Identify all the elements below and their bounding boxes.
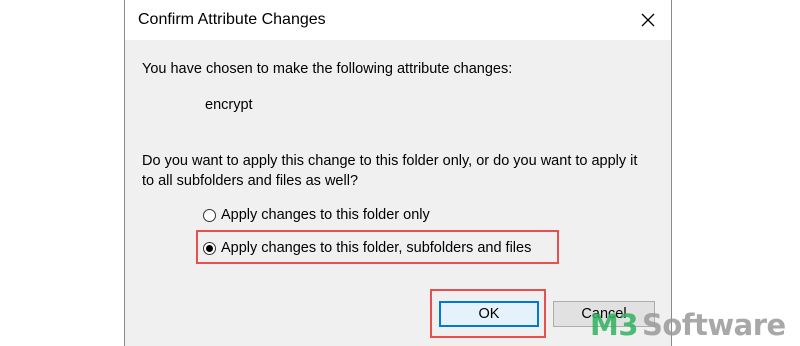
watermark-product: Software [642, 308, 786, 342]
close-button[interactable] [625, 0, 671, 40]
attribute-change: encrypt [205, 97, 253, 113]
question-text: Do you want to apply this change to this… [142, 153, 638, 189]
confirm-attribute-changes-dialog: Confirm Attribute Changes You have chose… [124, 0, 672, 346]
radio-option-folder-only[interactable]: Apply changes to this folder only [203, 207, 430, 223]
intro-text: You have chosen to make the following at… [142, 61, 513, 77]
watermark-brand: M3 [590, 308, 639, 342]
dialog-title: Confirm Attribute Changes [138, 11, 326, 28]
ok-button[interactable]: OK [439, 301, 539, 327]
radio-button-unchecked[interactable] [203, 208, 216, 222]
radio-label: Apply changes to this folder only [221, 207, 430, 223]
m3-software-watermark: M3 Software [590, 306, 786, 344]
highlight-box-radio [196, 230, 559, 264]
close-icon [641, 13, 655, 27]
title-bar: Confirm Attribute Changes [125, 0, 671, 40]
